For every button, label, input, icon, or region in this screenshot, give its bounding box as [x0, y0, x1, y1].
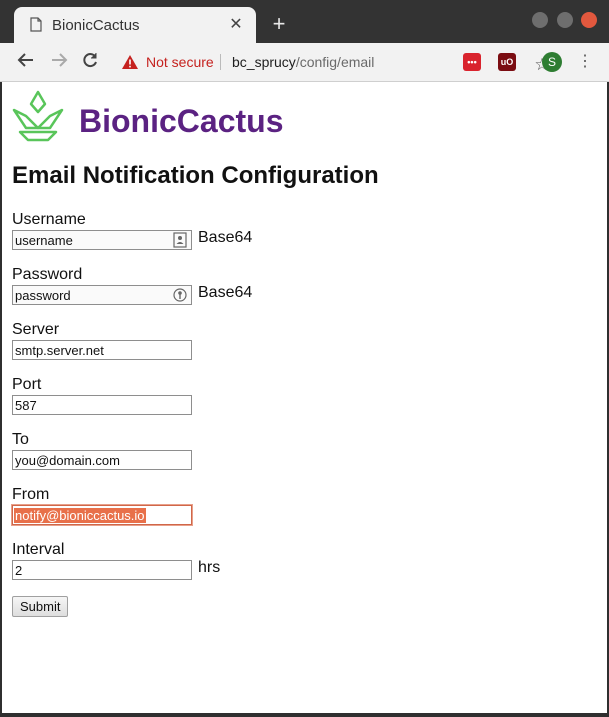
port-label: Port — [12, 376, 42, 393]
tab-bioniccactus[interactable]: BionicCactus ✕ — [14, 7, 256, 43]
username-input[interactable] — [12, 230, 192, 250]
password-field-group: Password Base64 — [12, 266, 252, 305]
address-separator — [220, 54, 221, 70]
to-field-group: To — [12, 431, 192, 470]
address-bar[interactable]: Not secure bc_sprucy/config/email ☆ — [112, 47, 550, 77]
port-field-group: Port — [12, 376, 192, 415]
page-title: Email Notification Configuration — [12, 162, 379, 189]
minimize-button[interactable] — [532, 12, 549, 28]
from-selected-text[interactable]: notify@bioniccactus.io — [14, 508, 146, 523]
tab-strip: BionicCactus ✕ + — [0, 0, 609, 43]
page-content: BionicCactus Email Notification Configur… — [2, 82, 607, 713]
warning-icon — [122, 55, 138, 69]
ublock-shield-icon[interactable]: uO — [498, 53, 516, 71]
from-field-group: From notify@bioniccactus.io — [12, 486, 192, 525]
submit-button[interactable]: Submit — [12, 596, 69, 617]
new-tab-button[interactable]: + — [268, 13, 290, 35]
document-icon — [30, 17, 42, 32]
port-input[interactable] — [12, 395, 192, 415]
browser-window: BionicCactus ✕ + Not secure bc_sprucy/co… — [0, 0, 609, 717]
server-label: Server — [12, 321, 60, 338]
username-label: Username — [12, 211, 86, 228]
interval-input[interactable] — [12, 560, 192, 580]
interval-unit-label: hrs — [198, 559, 221, 576]
arrow-left-icon[interactable] — [15, 51, 37, 73]
tab-title: BionicCactus — [52, 17, 140, 34]
url-path: /config/email — [295, 54, 375, 70]
contact-card-icon[interactable] — [173, 232, 187, 248]
arrow-right-icon[interactable] — [48, 51, 70, 73]
username-field-group: Username Base64 — [12, 211, 252, 250]
cactus-logo-icon — [12, 90, 64, 142]
from-label: From — [12, 486, 50, 503]
to-label: To — [12, 431, 29, 448]
interval-label: Interval — [12, 541, 65, 558]
username-base64-label: Base64 — [198, 229, 253, 246]
interval-field-group: Interval hrs — [12, 541, 220, 580]
kebab-menu-icon[interactable]: ⋮ — [577, 52, 593, 72]
to-input[interactable] — [12, 450, 192, 470]
profile-avatar[interactable]: S — [542, 52, 562, 72]
url-host: bc_sprucy — [232, 54, 296, 70]
maximize-button[interactable] — [556, 12, 573, 28]
brand-name: BionicCactus — [79, 103, 284, 139]
extension-icon-red[interactable]: ••• — [463, 53, 481, 71]
server-field-group: Server — [12, 321, 192, 360]
url-text[interactable]: bc_sprucy/config/email — [232, 54, 374, 70]
password-label: Password — [12, 266, 83, 283]
key-icon[interactable] — [173, 287, 187, 303]
security-status[interactable]: Not secure — [146, 54, 214, 70]
server-input[interactable] — [12, 340, 192, 360]
window-close-button[interactable] — [581, 12, 597, 28]
close-icon[interactable]: ✕ — [226, 15, 246, 35]
password-base64-label: Base64 — [198, 284, 253, 301]
browser-toolbar: Not secure bc_sprucy/config/email ☆ ••• … — [0, 43, 609, 82]
password-input[interactable] — [12, 285, 192, 305]
reload-icon[interactable] — [79, 51, 101, 73]
window-controls — [528, 12, 597, 32]
